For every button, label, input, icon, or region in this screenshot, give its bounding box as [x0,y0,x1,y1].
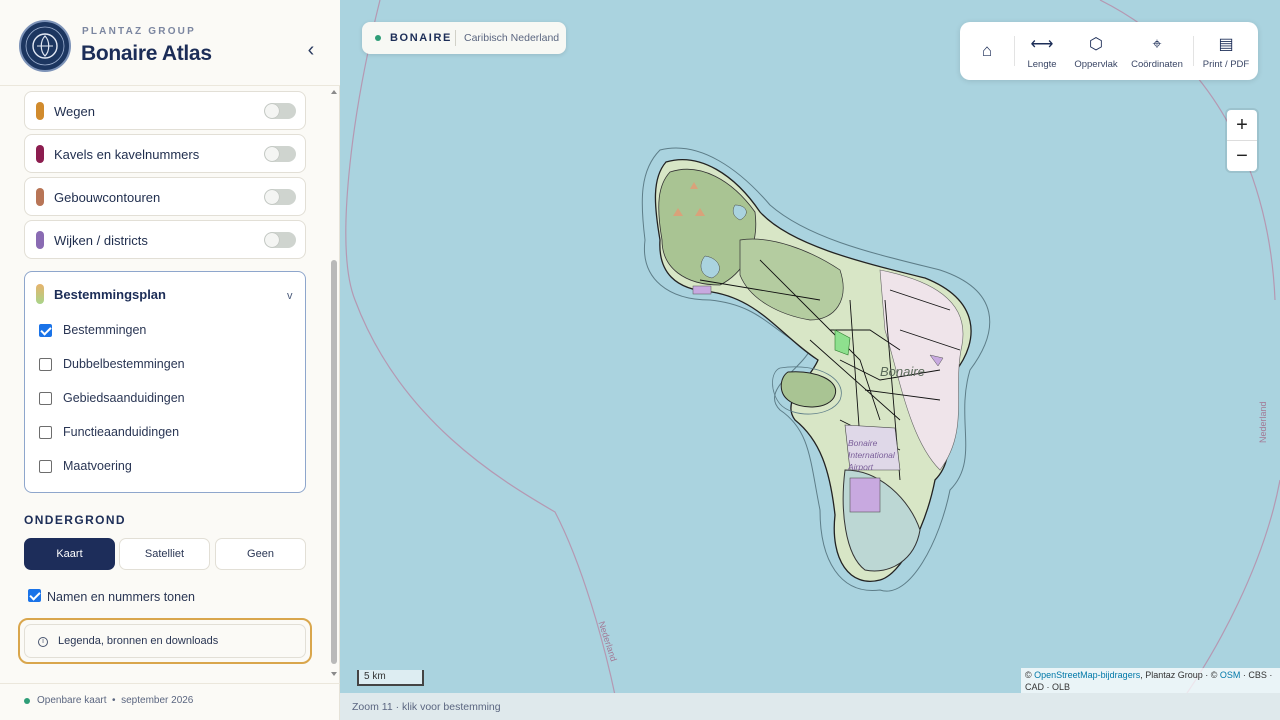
layer-toggle[interactable] [264,189,296,205]
attribution-prefix: © [1025,670,1035,680]
home-icon: ⌂ [981,41,993,60]
legend-label: Legenda, bronnen en downloads [58,635,219,647]
basemap-option-map[interactable]: Kaart [24,538,115,570]
collapse-sidebar-button[interactable]: ‹ [300,39,322,61]
brand-header: PLANTAZ GROUP Bonaire Atlas ‹ [0,0,340,86]
zoning-plan-group: Bestemmingsplan v Bestemmingen Dubbelbes… [24,271,306,493]
osm-link[interactable]: OSM [1220,670,1241,680]
zoom-in-button[interactable]: + [1227,110,1257,140]
checkbox[interactable] [39,392,52,405]
scrollbar-thumb[interactable] [331,260,337,664]
sidebar: PLANTAZ GROUP Bonaire Atlas ‹ Wegen Kave… [0,0,340,720]
layer-roads[interactable]: Wegen [24,91,306,130]
zoom-status-text: Zoom 11 · klik voor bestemming [352,701,501,713]
checkbox[interactable] [39,460,52,473]
layer-color-swatch [36,102,44,120]
layer-buildings[interactable]: Gebouwcontouren [24,177,306,216]
zoning-color-swatch [36,284,44,304]
attribution-middle: , Plantaz Group · © [1140,670,1220,680]
layer-label: Wegen [54,104,95,119]
location-name: BONAIRE [390,32,452,44]
tool-label: Coördinaten [1131,59,1183,70]
checkbox[interactable] [39,426,52,439]
zoom-control: + − [1227,110,1257,171]
basemap-option-satellite[interactable]: Satelliet [119,538,210,570]
basemap-graphics [345,0,1280,720]
tool-label: Oppervlak [1074,59,1118,70]
home-button[interactable]: ⌂ [972,22,1002,80]
layer-parcels[interactable]: Kavels en kavelnummers [24,134,306,173]
legend-sources-downloads-button[interactable]: i Legenda, bronnen en downloads [18,618,312,664]
zoning-plan-title[interactable]: Bestemmingsplan [54,287,166,302]
layer-toggle[interactable] [264,146,296,162]
location-chip: BONAIRE Caribisch Nederland [362,22,566,54]
info-icon: i [38,637,48,647]
checkbox[interactable] [39,358,52,371]
length-icon: ⟷ [1030,36,1054,53]
toolbar-divider [1193,36,1194,66]
app-title: Bonaire Atlas [81,42,212,65]
map-status-bar: Zoom 11 · klik voor bestemming [340,693,1280,720]
airport-label: Bonaire International Airport [848,438,895,472]
sidebar-footer: Openbare kaart • september 2026 [0,683,340,720]
toggle-knob [265,190,279,204]
checkbox-label: Bestemmingen [63,323,147,337]
layer-label: Kavels en kavelnummers [54,147,200,162]
layer-color-swatch [36,231,44,249]
scroll-down-arrow-icon[interactable] [330,670,338,678]
print-pdf-button[interactable]: ▤ Print / PDF [1200,22,1252,80]
checkbox[interactable] [39,324,52,337]
print-icon: ▤ [1218,36,1234,53]
show-names-checkbox[interactable] [28,589,41,602]
area-tool-button[interactable]: ⬡ Oppervlak [1072,22,1120,80]
toolbar-divider [1014,36,1015,66]
checkbox-label: Functieaanduidingen [63,425,180,439]
status-dot [375,35,381,41]
map-attribution: © OpenStreetMap-bijdragers, Plantaz Grou… [1021,668,1280,694]
scale-bar: 5 km [357,670,424,686]
layer-color-swatch [36,188,44,206]
basemap-option-none[interactable]: Geen [215,538,306,570]
status-dot [24,698,30,704]
footer-text: Openbare kaart • september 2026 [37,695,194,706]
checkbox-label: Gebiedsaanduidingen [63,391,185,405]
scroll-up-arrow-icon[interactable] [330,88,338,96]
toggle-knob [265,147,279,161]
layer-districts[interactable]: Wijken / districts [24,220,306,259]
zoom-out-button[interactable]: − [1227,141,1257,171]
chip-divider [455,30,456,46]
layer-toggle[interactable] [264,232,296,248]
coordinates-tool-button[interactable]: ⌖ Coördinaten [1128,22,1186,80]
layer-label: Gebouwcontouren [54,190,161,205]
coordinates-icon: ⌖ [1152,36,1162,53]
boundary-label-right: Nederland [1258,401,1268,443]
brand-subtitle: PLANTAZ GROUP [82,26,196,37]
layer-label: Wijken / districts [54,233,148,248]
checkbox-label: Maatvoering [63,459,132,473]
island-name-label: Bonaire [880,364,925,379]
map-canvas[interactable]: Nederland Nederland Bonaire Bonaire Inte… [340,0,1280,720]
show-names-label: Namen en nummers tonen [47,590,195,604]
legend-button-inner[interactable]: i Legenda, bronnen en downloads [24,624,306,658]
osm-contributors-link[interactable]: OpenStreetMap-bijdragers [1034,670,1140,680]
tool-label: Print / PDF [1202,59,1250,70]
map-toolbar: ⌂ ⟷ Lengte ⬡ Oppervlak ⌖ Coördinaten ▤ P… [960,22,1258,80]
show-names-toggle[interactable]: Namen en nummers tonen [28,588,288,608]
toggle-knob [265,233,279,247]
chevron-down-icon[interactable]: v [287,290,293,302]
area-icon: ⬡ [1089,36,1103,53]
plantaz-logo [19,20,71,72]
checkbox-label: Dubbelbestemmingen [63,357,185,371]
tool-label: Lengte [1027,59,1057,70]
toggle-knob [265,104,279,118]
basemap-heading: ONDERGROND [24,513,127,527]
location-subtitle: Caribisch Nederland [464,32,560,44]
length-tool-button[interactable]: ⟷ Lengte [1022,22,1062,80]
sidebar-scrollbar[interactable] [330,86,338,682]
layer-toggle[interactable] [264,103,296,119]
layer-color-swatch [36,145,44,163]
